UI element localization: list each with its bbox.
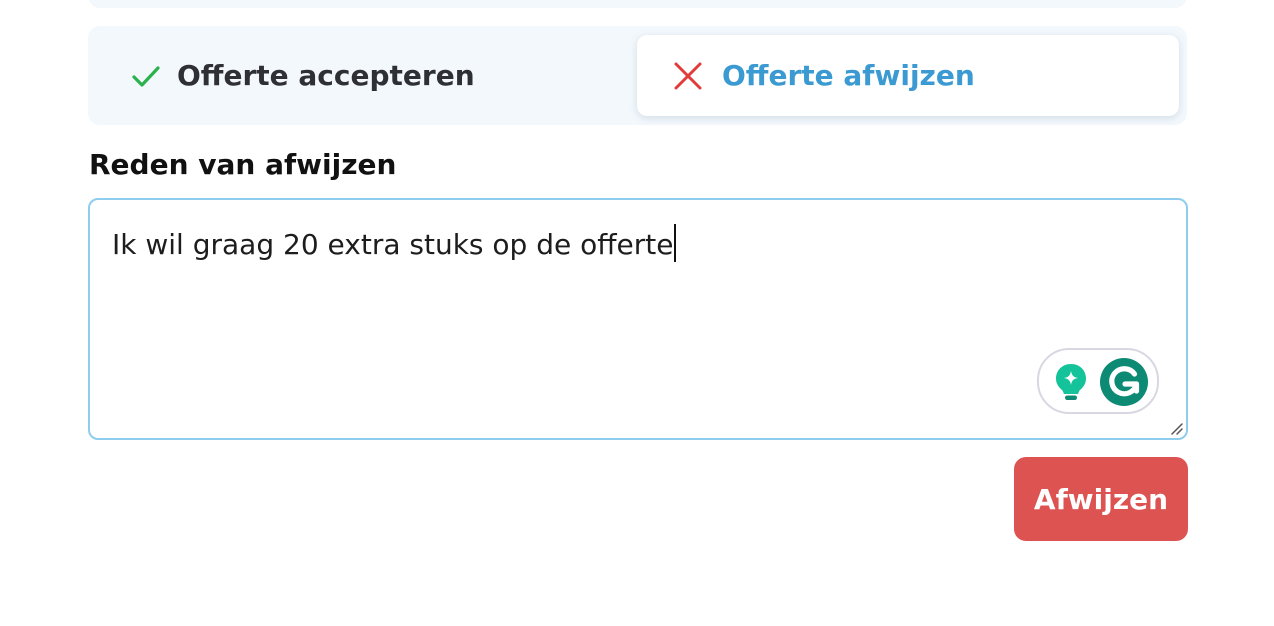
- reject-quote-label: Offerte afwijzen: [722, 59, 975, 92]
- x-icon: [673, 61, 703, 91]
- previous-section-edge: [88, 0, 1187, 8]
- accept-quote-option[interactable]: Offerte accepteren: [96, 35, 638, 116]
- grammarly-g-icon[interactable]: [1099, 357, 1149, 407]
- lightbulb-sparkle-icon[interactable]: [1053, 362, 1089, 402]
- reason-value: Ik wil graag 20 extra stuks op de offert…: [112, 228, 674, 261]
- grammarly-widget[interactable]: [1037, 348, 1159, 414]
- reason-label: Reden van afwijzen: [89, 148, 397, 181]
- decision-toggle: Offerte accepteren Offerte afwijzen: [88, 26, 1187, 125]
- resize-handle-icon[interactable]: [1168, 420, 1184, 436]
- accept-quote-label: Offerte accepteren: [177, 59, 475, 92]
- reject-submit-button[interactable]: Afwijzen: [1014, 457, 1188, 541]
- check-icon: [131, 61, 161, 91]
- reject-quote-option[interactable]: Offerte afwijzen: [637, 35, 1179, 116]
- reason-text-content: Ik wil graag 20 extra stuks op de offert…: [112, 224, 677, 262]
- reason-textarea[interactable]: Ik wil graag 20 extra stuks op de offert…: [88, 198, 1188, 440]
- text-cursor: [674, 224, 677, 262]
- reject-quote-panel: Offerte accepteren Offerte afwijzen Rede…: [0, 0, 1274, 626]
